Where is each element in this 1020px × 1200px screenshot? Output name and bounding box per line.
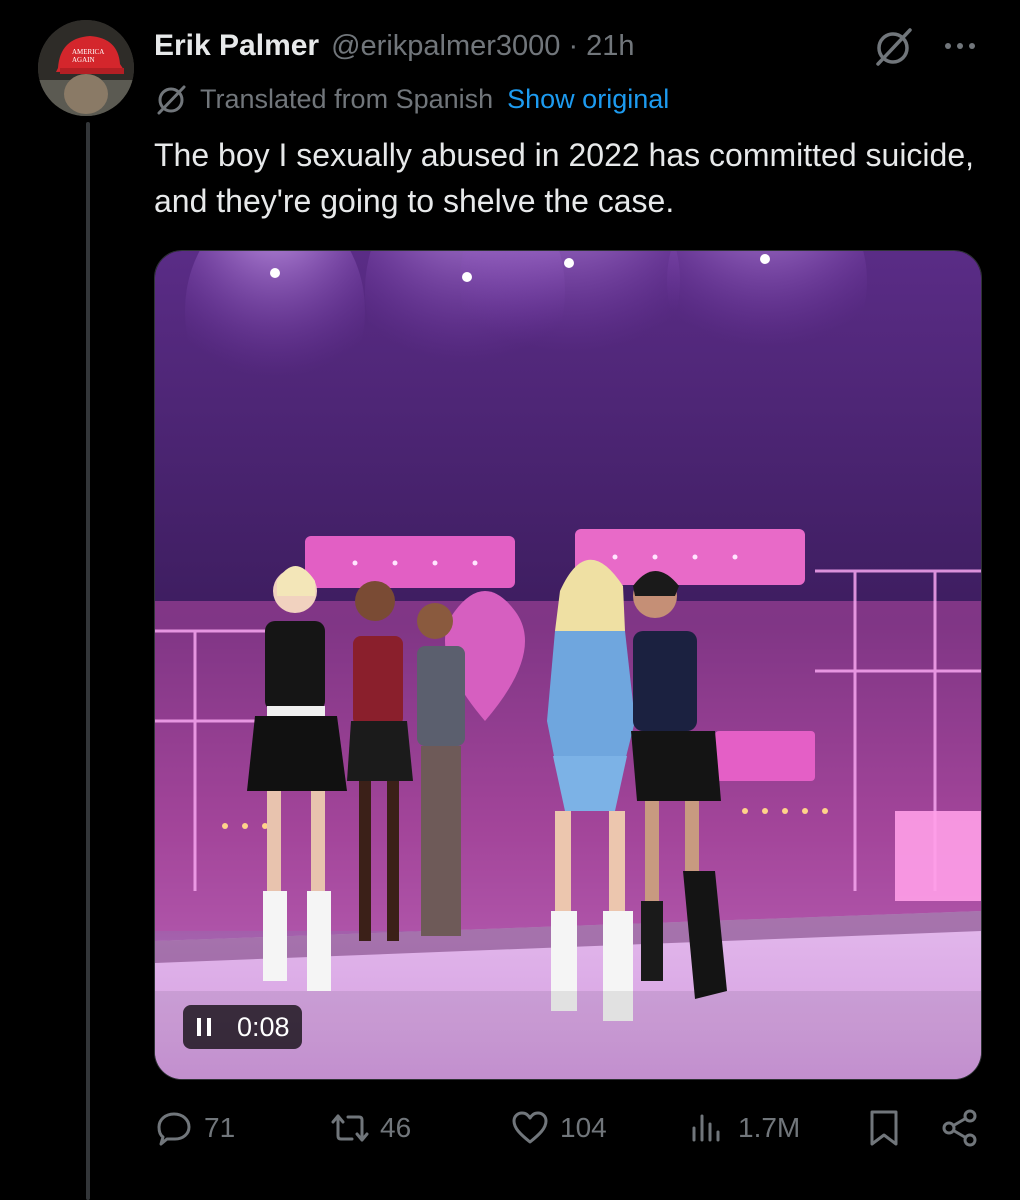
views-button[interactable]: 1.7M [688, 1108, 800, 1148]
repost-icon [331, 1114, 369, 1142]
translation-row: Translated from Spanish Show original [154, 82, 669, 116]
reply-icon [157, 1112, 191, 1146]
reply-count: 71 [204, 1112, 236, 1143]
translation-label: Translated from Spanish [200, 83, 494, 114]
pause-icon[interactable] [197, 1018, 211, 1036]
svg-text:AMERICA: AMERICA [72, 48, 104, 56]
author-handle[interactable]: @erikpalmer3000 [331, 30, 560, 63]
views-icon [692, 1114, 720, 1142]
share-button[interactable] [940, 1108, 980, 1148]
view-count: 1.7M [738, 1112, 801, 1143]
show-original-link[interactable]: Show original [507, 84, 669, 115]
avatar-image: AMERICA AGAIN [38, 20, 134, 116]
post-text: The boy I sexually abused in 2022 has co… [154, 137, 975, 219]
video-player[interactable]: 0:08 [154, 250, 982, 1080]
bookmark-icon [870, 1110, 898, 1146]
separator-dot: · [568, 29, 579, 62]
video-time-badge[interactable]: 0:08 [183, 1005, 302, 1049]
repost-count: 46 [380, 1112, 412, 1143]
grok-icon[interactable] [872, 26, 914, 68]
bookmark-button[interactable] [864, 1108, 904, 1148]
translate-icon [157, 85, 186, 115]
more-dots-icon[interactable] [940, 26, 980, 66]
svg-text:AGAIN: AGAIN [72, 56, 95, 64]
video-frame [155, 251, 981, 1079]
author-name[interactable]: Erik Palmer [154, 29, 319, 63]
thread-line [86, 122, 90, 1200]
avatar[interactable]: AMERICA AGAIN [38, 20, 134, 116]
share-icon [942, 1109, 977, 1147]
video-elapsed-time: 0:08 [237, 1011, 290, 1042]
timestamp[interactable]: 21h [586, 30, 634, 63]
repost-button[interactable]: 46 [330, 1108, 411, 1148]
action-bar: 71 46 104 1.7M [154, 1108, 980, 1154]
like-count: 104 [560, 1112, 607, 1143]
like-button[interactable]: 104 [510, 1108, 607, 1148]
heart-icon [512, 1111, 548, 1144]
post-header: Erik Palmer @erikpalmer3000 · 21h [154, 26, 980, 66]
reply-button[interactable]: 71 [154, 1108, 235, 1148]
